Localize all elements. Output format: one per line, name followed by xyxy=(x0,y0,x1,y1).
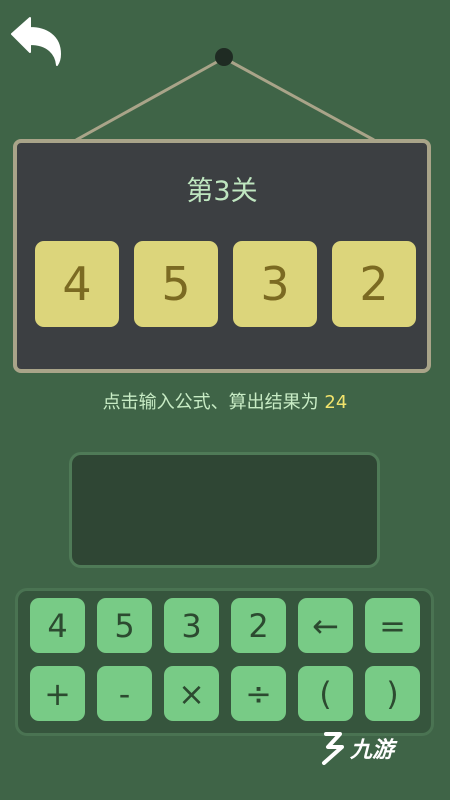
minus-key[interactable]: - xyxy=(97,666,152,721)
plus-key[interactable]: + xyxy=(30,666,85,721)
board-hanger xyxy=(75,48,375,142)
key-4[interactable]: 4 xyxy=(30,598,85,653)
divide-key[interactable]: ÷ xyxy=(231,666,286,721)
backspace-key[interactable]: ← xyxy=(298,598,353,653)
close-paren-key[interactable]: ) xyxy=(365,666,420,721)
keypad: 4 5 3 2 ← = + - × ÷ ( ) xyxy=(15,588,434,736)
back-arrow-icon xyxy=(11,17,61,66)
nail-icon xyxy=(215,48,233,66)
open-paren-key[interactable]: ( xyxy=(298,666,353,721)
key-2[interactable]: 2 xyxy=(231,598,286,653)
number-card: 5 xyxy=(134,241,218,327)
number-card: 4 xyxy=(35,241,119,327)
watermark: 九游 xyxy=(318,728,418,768)
instruction-label: 点击输入公式、算出结果为 xyxy=(102,392,319,413)
key-3[interactable]: 3 xyxy=(164,598,219,653)
number-card: 3 xyxy=(233,241,317,327)
level-title: 第3关 xyxy=(186,176,258,207)
equals-key[interactable]: = xyxy=(365,598,420,653)
number-card: 2 xyxy=(332,241,416,327)
jiuyou-logo-icon xyxy=(322,732,344,765)
number-board: 第3关 4 5 3 2 xyxy=(13,139,431,373)
back-button[interactable] xyxy=(8,10,66,66)
formula-display[interactable] xyxy=(69,452,380,568)
instruction-text: 点击输入公式、算出结果为 24 xyxy=(0,388,450,414)
watermark-text: 九游 xyxy=(350,738,395,763)
key-5[interactable]: 5 xyxy=(97,598,152,653)
target-number: 24 xyxy=(324,392,348,413)
multiply-key[interactable]: × xyxy=(164,666,219,721)
